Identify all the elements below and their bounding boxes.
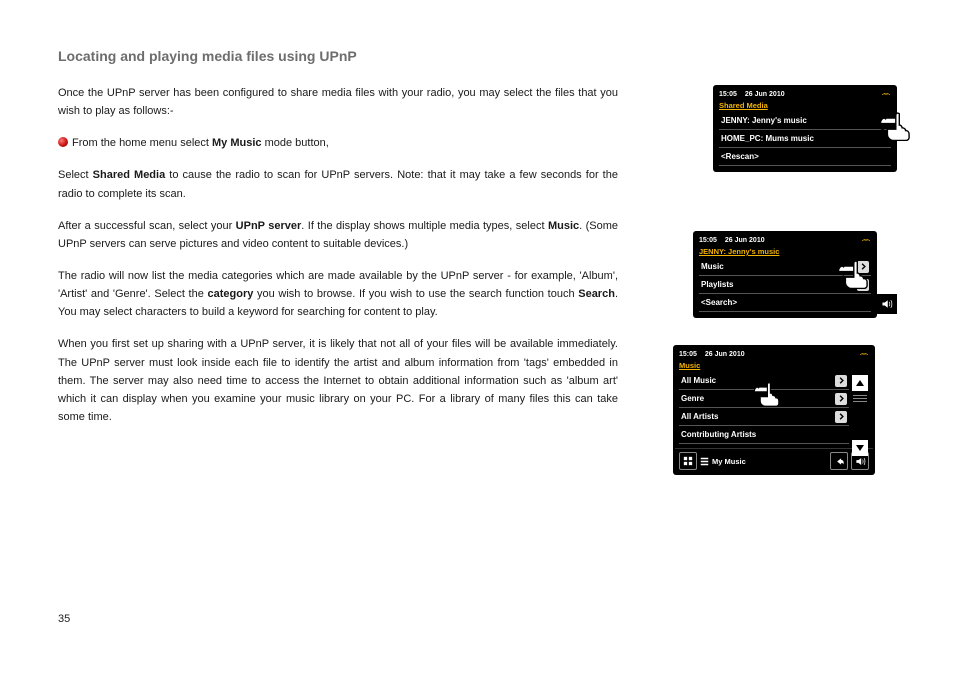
para-6-text: When you first set up sharing with a UPn…: [58, 338, 618, 423]
wifi-icon: [859, 349, 869, 359]
footer-label: My Music: [700, 457, 827, 466]
para-2: From the home menu select My Music mode …: [58, 134, 618, 152]
device-screen-music: 15:05 26 Jun 2010 Music All Music Genre …: [674, 346, 874, 474]
chevron-right-icon: [835, 411, 847, 423]
list-item[interactable]: JENNY: Jenny's music: [719, 112, 891, 130]
back-button[interactable]: [830, 452, 848, 470]
list-item[interactable]: All Artists: [679, 408, 849, 426]
status-bar: 15:05 26 Jun 2010: [675, 347, 873, 360]
list-item-label: <Search>: [701, 298, 869, 307]
para-1: Once the UPnP server has been configured…: [58, 84, 618, 120]
bold-category: category: [208, 288, 254, 300]
para-3a: Select: [58, 169, 93, 181]
list-item[interactable]: HOME_PC: Mums music: [719, 130, 891, 148]
wifi-icon: [881, 89, 891, 99]
para-2b: mode button,: [262, 137, 329, 149]
status-bar: 15:05 26 Jun 2010: [715, 87, 895, 100]
para-3: Select Shared Media to cause the radio t…: [58, 166, 618, 202]
scroll-indicator: [853, 395, 867, 402]
volume-icon[interactable]: [877, 294, 897, 314]
list-item[interactable]: All Music: [679, 372, 849, 390]
para-4b: . If the display shows multiple media ty…: [301, 220, 548, 232]
list-item-label: All Music: [681, 376, 835, 385]
bold-shared-media: Shared Media: [93, 169, 166, 181]
para-1-text: Once the UPnP server has been configured…: [58, 87, 618, 117]
chevron-right-icon: [857, 261, 869, 273]
list-item[interactable]: Genre: [679, 390, 849, 408]
list-item-label: All Artists: [681, 412, 835, 421]
para-4a: After a successful scan, select your: [58, 220, 236, 232]
chevron-right-icon: [835, 393, 847, 405]
body-text: Once the UPnP server has been configured…: [58, 84, 618, 440]
list-item[interactable]: <Rescan>: [719, 148, 891, 166]
list-item[interactable]: Music: [699, 258, 871, 276]
device-screen-server: 15:05 26 Jun 2010 JENNY: Jenny's music M…: [694, 232, 876, 317]
scroll-down-button[interactable]: [852, 440, 868, 456]
para-6: When you first set up sharing with a UPn…: [58, 335, 618, 426]
breadcrumb: Shared Media: [715, 100, 895, 112]
bold-search: Search: [578, 288, 615, 300]
bold-my-music: My Music: [212, 137, 262, 149]
chevron-right-icon: [835, 375, 847, 387]
status-date: 26 Jun 2010: [725, 237, 765, 244]
list-item-label: JENNY: Jenny's music: [721, 116, 889, 125]
status-time: 15:05: [699, 237, 717, 244]
breadcrumb: JENNY: Jenny's music: [695, 246, 875, 258]
bold-music: Music: [548, 220, 579, 232]
wifi-icon: [861, 235, 871, 245]
scroll-nav: [851, 375, 869, 456]
breadcrumb: Music: [675, 360, 873, 372]
status-date: 26 Jun 2010: [705, 351, 745, 358]
list-item-label: Contributing Artists: [681, 430, 847, 439]
para-5b: you wish to browse. If you wish to use t…: [253, 288, 578, 300]
list-item[interactable]: Playlists: [699, 276, 871, 294]
device-screens: 15:05 26 Jun 2010 Shared Media JENNY: Je…: [674, 86, 904, 506]
bullet-icon: [58, 137, 68, 147]
status-time: 15:05: [679, 351, 697, 358]
footer-bar: My Music: [675, 448, 873, 473]
status-date: 26 Jun 2010: [745, 91, 785, 98]
page-title: Locating and playing media files using U…: [58, 48, 357, 64]
chevron-right-icon: [857, 279, 869, 291]
list-item-label: Genre: [681, 394, 835, 403]
para-5: The radio will now list the media catego…: [58, 267, 618, 321]
status-bar: 15:05 26 Jun 2010: [695, 233, 875, 246]
list-item-label: <Rescan>: [721, 152, 889, 161]
device-screen-shared-media: 15:05 26 Jun 2010 Shared Media JENNY: Je…: [714, 86, 896, 171]
page-number: 35: [58, 613, 70, 625]
list-item-label: Music: [701, 262, 857, 271]
list-item-label: Playlists: [701, 280, 857, 289]
para-4: After a successful scan, select your UPn…: [58, 217, 618, 253]
bold-upnp-server: UPnP server: [236, 220, 302, 232]
list-item-label: HOME_PC: Mums music: [721, 134, 889, 143]
menu-icon: [700, 457, 709, 466]
home-grid-button[interactable]: [679, 452, 697, 470]
scroll-up-button[interactable]: [852, 375, 868, 391]
status-time: 15:05: [719, 91, 737, 98]
footer-text: My Music: [712, 457, 746, 466]
list-item[interactable]: Contributing Artists: [679, 426, 849, 444]
para-2a: From the home menu select: [72, 137, 212, 149]
list-item[interactable]: <Search>: [699, 294, 871, 312]
